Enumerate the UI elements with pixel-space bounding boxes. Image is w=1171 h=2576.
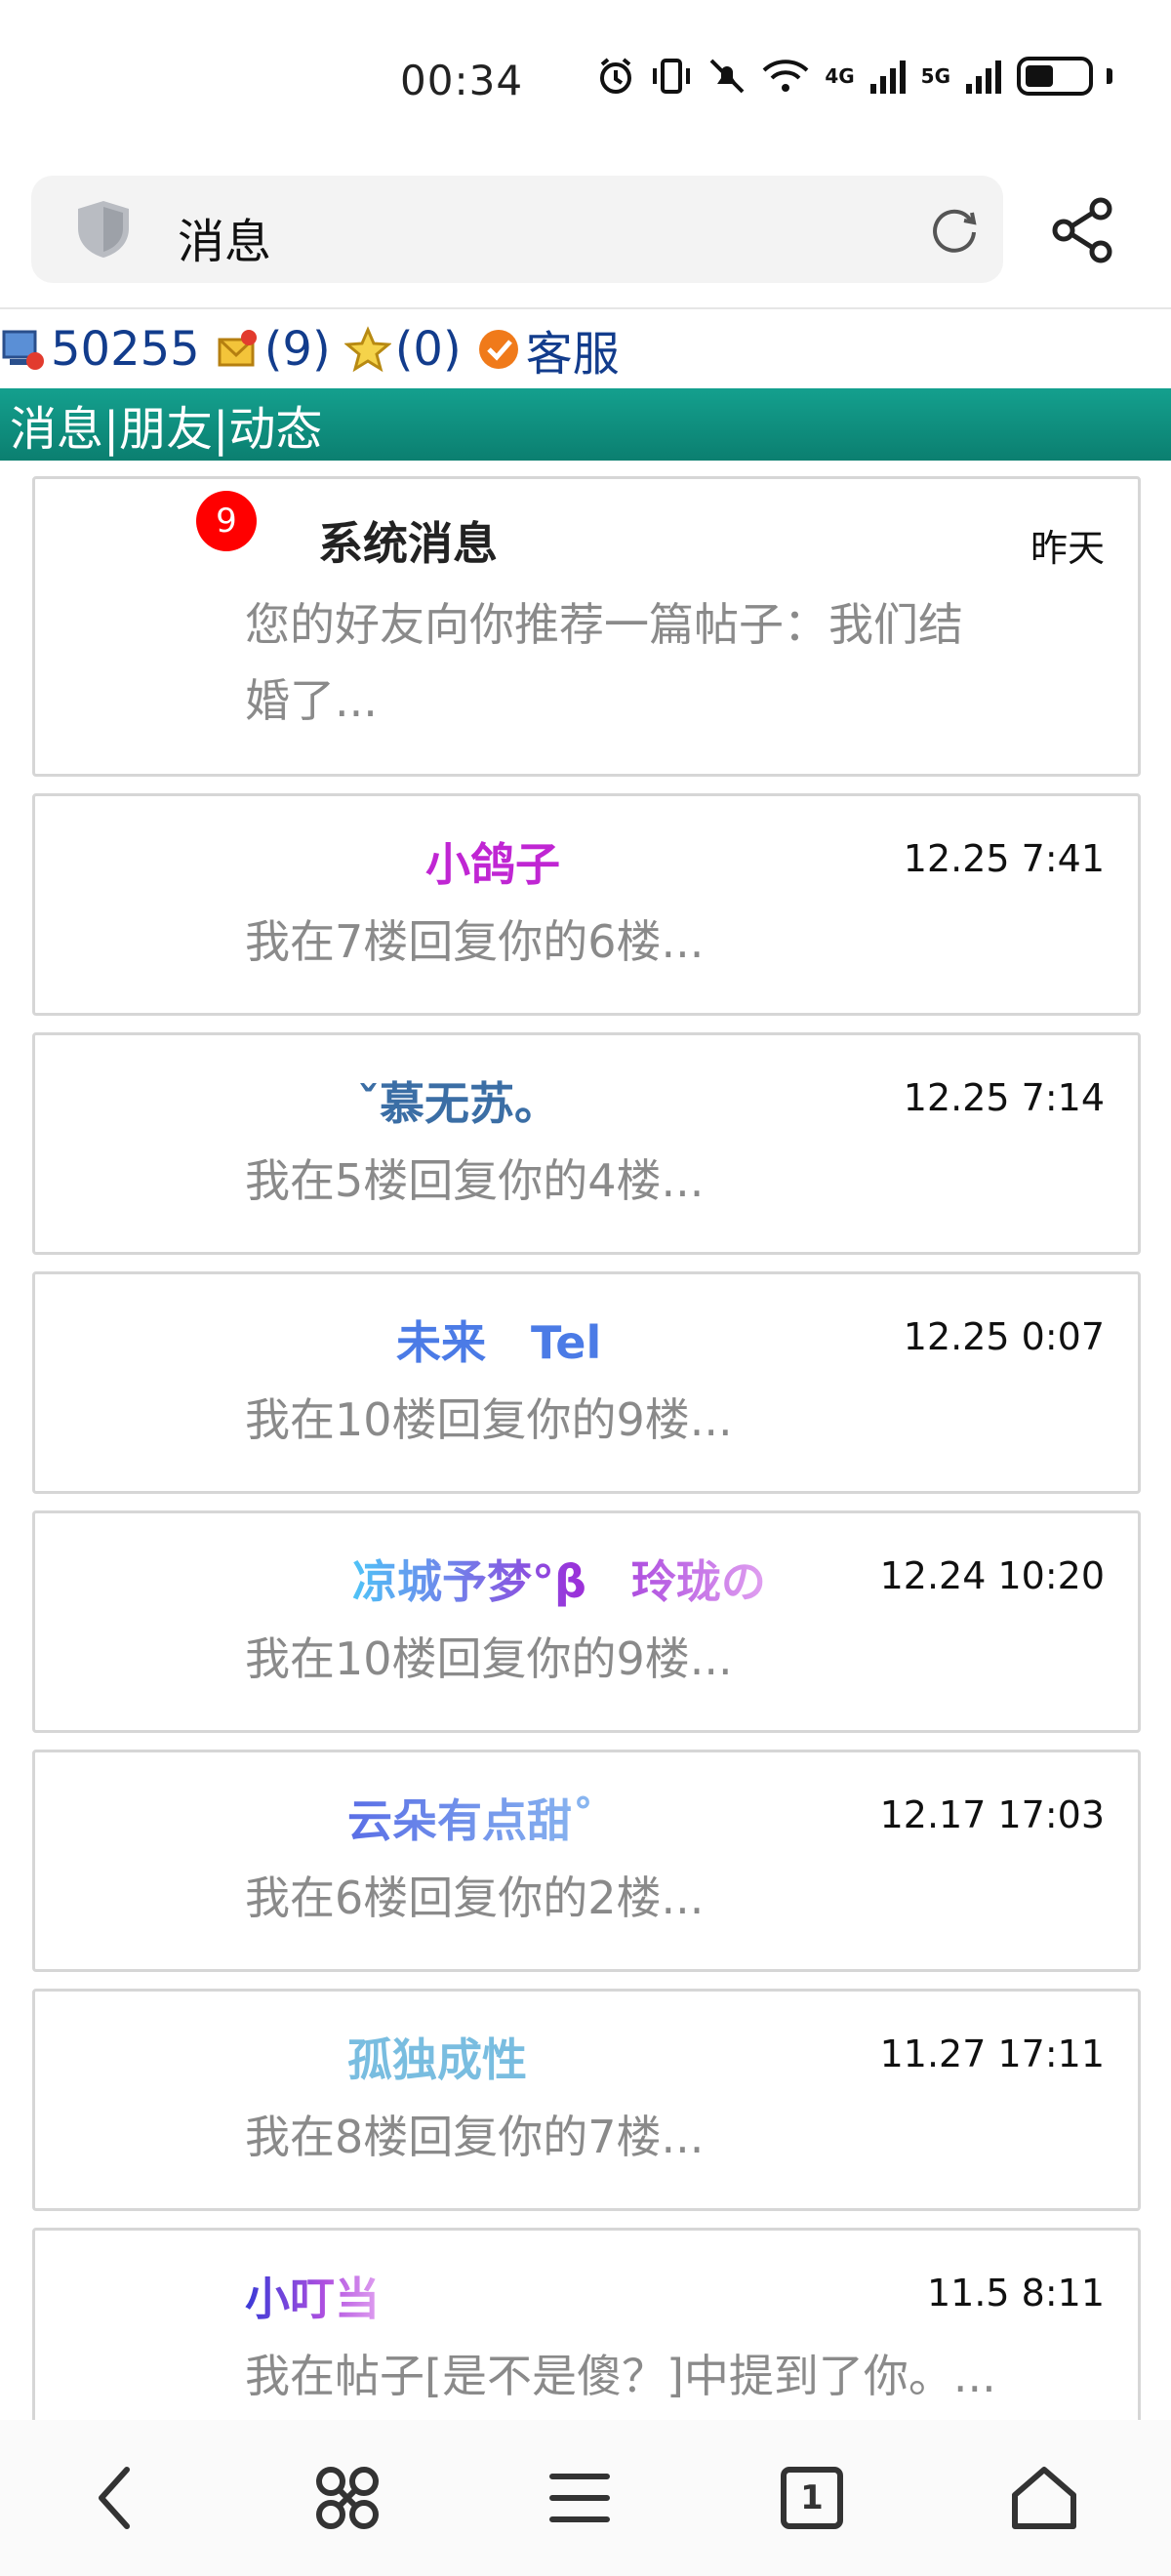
coins-link[interactable]: 50255	[0, 322, 200, 377]
home-button[interactable]	[986, 2439, 1103, 2556]
message-preview: 我在6楼回复你的2楼...	[245, 1872, 705, 1924]
status-icons: 4G 5G	[596, 57, 1112, 96]
star-link[interactable]: (0)	[343, 322, 462, 377]
info-row: 50255 (9) (0) 客服	[0, 312, 1171, 386]
message-item[interactable]: 未来 Tel 12.25 0:07 我在10楼回复你的9楼...	[32, 1271, 1141, 1494]
address-bar[interactable]: 消息	[31, 176, 1003, 283]
tab-bar[interactable]: 消息|朋友|动态	[0, 388, 1171, 461]
status-bar: 00:34 4G 5G	[0, 0, 1171, 166]
menu-icon	[549, 2474, 610, 2522]
message-item[interactable]: ˇ慕无苏。 12.25 7:14 我在5楼回复你的4楼...	[32, 1032, 1141, 1255]
message-item[interactable]: 凉城予梦°β 玲珑の 12.24 10:20 我在10楼回复你的9楼...	[32, 1510, 1141, 1733]
service-label: 客服	[525, 327, 620, 382]
message-item[interactable]: 云朵有点甜˚ 12.17 17:03 我在6楼回复你的2楼...	[32, 1750, 1141, 1972]
home-icon	[1012, 2467, 1076, 2529]
signal-5g-icon	[966, 60, 1001, 94]
share-icon[interactable]	[1050, 197, 1116, 263]
message-sender: ˇ慕无苏。	[357, 1077, 559, 1130]
menu-button[interactable]	[521, 2439, 638, 2556]
signal-4g-icon	[869, 60, 906, 94]
mail-link[interactable]: (9)	[214, 322, 331, 377]
tab-count: 1	[800, 2478, 824, 2517]
alarm-icon	[600, 58, 632, 94]
message-preview: 我在7楼回复你的6楼...	[245, 915, 705, 968]
tabs-button[interactable]: 1	[753, 2439, 870, 2556]
message-item[interactable]: 孤独成性 11.27 17:11 我在8楼回复你的7楼...	[32, 1989, 1141, 2211]
coins-value: 50255	[51, 322, 200, 377]
reload-icon[interactable]	[925, 201, 982, 258]
tab-bar-label[interactable]: 消息|朋友|动态	[10, 390, 322, 459]
wifi-icon	[762, 60, 809, 92]
status-time: 00:34	[400, 57, 524, 104]
mail-count: (9)	[263, 322, 331, 377]
unread-badge: 9	[196, 491, 257, 551]
message-preview: 我在8楼回复你的7楼...	[245, 2111, 705, 2163]
check-badge-icon	[478, 330, 518, 369]
apps-button[interactable]	[289, 2439, 406, 2556]
message-sender: 孤独成性	[347, 2033, 527, 2086]
signal-4g-label: 4G	[825, 64, 855, 88]
message-preview-line2: 婚了...	[245, 674, 378, 727]
message-time: 昨天	[1030, 527, 1105, 570]
message-preview: 您的好友向你推荐一篇帖子：我们结	[245, 598, 963, 651]
message-time: 12.25 7:14	[903, 1076, 1105, 1119]
message-time: 12.17 17:03	[879, 1793, 1105, 1836]
message-sender: 小鸽子	[425, 838, 560, 891]
message-item-system[interactable]: 9 系统消息 昨天 您的好友向你推荐一篇帖子：我们结 婚了...	[32, 476, 1141, 777]
message-sender: 系统消息	[318, 517, 498, 570]
service-link[interactable]: 客服	[475, 315, 620, 383]
message-preview: 我在10楼回复你的9楼...	[245, 1632, 733, 1685]
bottom-nav: 1	[0, 2420, 1171, 2576]
message-sender: 凉城予梦°β 玲珑の	[352, 1547, 766, 1611]
message-item[interactable]: 小叮当 11.5 8:11 我在帖子[是不是傻？]中提到了你。...	[32, 2228, 1141, 2450]
message-preview: 我在10楼回复你的9楼...	[245, 1393, 733, 1446]
vibrate-icon	[653, 59, 691, 94]
divider	[0, 307, 1171, 309]
computer-icon	[2, 330, 44, 370]
apps-icon	[316, 2467, 379, 2529]
star-icon	[343, 326, 391, 373]
mute-icon	[709, 59, 745, 94]
message-time: 11.5 8:11	[926, 2272, 1105, 2314]
signal-5g-label: 5G	[920, 64, 950, 88]
message-time: 12.25 0:07	[903, 1315, 1105, 1358]
back-icon	[99, 2467, 130, 2529]
message-time: 12.25 7:41	[903, 837, 1105, 880]
message-sender: 未来 Tel	[396, 1316, 602, 1369]
message-item[interactable]: 小鸽子 12.25 7:41 我在7楼回复你的6楼...	[32, 793, 1141, 1016]
message-preview: 我在帖子[是不是傻？]中提到了你。...	[245, 2350, 996, 2402]
page-title: 消息	[178, 215, 272, 269]
star-count: (0)	[394, 322, 462, 377]
battery-icon	[1017, 57, 1093, 96]
message-sender: 小叮当	[245, 2264, 380, 2328]
message-time: 11.27 17:11	[879, 2033, 1105, 2075]
shield-icon	[78, 201, 129, 258]
message-time: 12.24 10:20	[879, 1554, 1105, 1597]
back-button[interactable]	[57, 2439, 174, 2556]
message-sender: 云朵有点甜˚	[347, 1786, 594, 1850]
mail-icon	[218, 330, 257, 367]
message-preview: 我在5楼回复你的4楼...	[245, 1154, 705, 1207]
